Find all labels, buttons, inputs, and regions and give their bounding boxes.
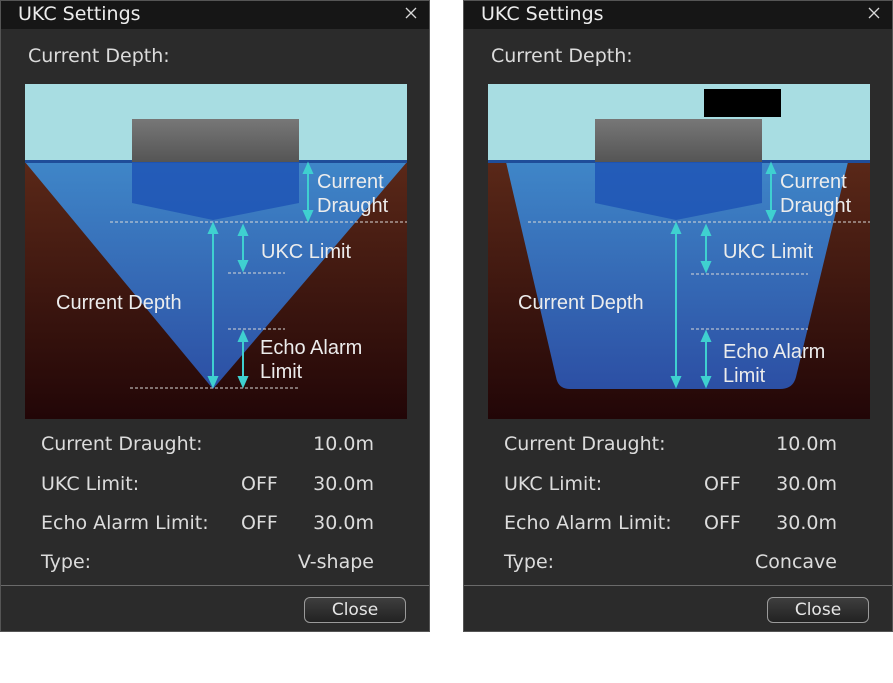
echo-alarm-label-line1: Echo Alarm <box>260 337 362 359</box>
close-icon[interactable] <box>866 5 882 21</box>
row-state: OFF <box>704 512 741 534</box>
row-value: 10.0m <box>313 433 374 455</box>
row-state: OFF <box>241 512 278 534</box>
ukc-diagram-concave: Current Draught UKC Limit Current Depth … <box>488 84 870 419</box>
ukc-settings-dialog-v-shape: UKC Settings Current Depth: Current Drau… <box>0 0 430 632</box>
footer-divider <box>464 585 892 586</box>
echo-alarm-label-line1: Echo Alarm <box>723 341 825 363</box>
row-label: Echo Alarm Limit: <box>41 512 209 534</box>
current-draught-label-line2: Draught <box>317 195 389 217</box>
current-draught-label-line1: Current <box>317 171 384 193</box>
row-label: UKC Limit: <box>41 473 140 495</box>
ukc-limit-label: UKC Limit <box>261 241 351 263</box>
echo-alarm-limit-row: Echo Alarm Limit: OFF 30.0m <box>41 512 381 540</box>
ukc-settings-dialog-concave: UKC Settings Current Depth: Current Drau… <box>463 0 893 632</box>
type-row: Type: Concave <box>504 551 844 579</box>
close-icon[interactable] <box>403 5 419 21</box>
dialog-title: UKC Settings <box>18 3 141 25</box>
row-value: 30.0m <box>313 473 374 495</box>
row-label: UKC Limit: <box>504 473 603 495</box>
current-depth-label: Current Depth: <box>491 45 633 67</box>
row-value: 30.0m <box>776 512 837 534</box>
title-bar[interactable]: UKC Settings <box>1 1 429 29</box>
row-label: Current Draught: <box>41 433 203 455</box>
ukc-limit-label: UKC Limit <box>723 241 813 263</box>
current-draught-row: Current Draught: 10.0m <box>504 433 844 461</box>
row-state: OFF <box>704 473 741 495</box>
row-value: 10.0m <box>776 433 837 455</box>
current-depth-label: Current Depth <box>518 292 644 314</box>
current-draught-label-line2: Draught <box>780 195 852 217</box>
echo-alarm-label-line2: Limit <box>723 365 766 387</box>
redacted-depth-box <box>704 89 781 117</box>
current-depth-label: Current Depth <box>56 292 182 314</box>
row-value: 30.0m <box>313 512 374 534</box>
row-label: Current Draught: <box>504 433 666 455</box>
row-state: OFF <box>241 473 278 495</box>
close-button[interactable]: Close <box>304 597 406 623</box>
ship-superstructure <box>595 119 762 162</box>
ukc-limit-row: UKC Limit: OFF 30.0m <box>504 473 844 501</box>
current-depth-label: Current Depth: <box>28 45 170 67</box>
row-value: V-shape <box>297 551 374 573</box>
row-value: 30.0m <box>776 473 837 495</box>
dialog-title: UKC Settings <box>481 3 604 25</box>
close-button[interactable]: Close <box>767 597 869 623</box>
title-bar[interactable]: UKC Settings <box>464 1 892 29</box>
echo-alarm-limit-row: Echo Alarm Limit: OFF 30.0m <box>504 512 844 540</box>
current-draught-label-line1: Current <box>780 171 847 193</box>
type-row: Type: V-shape <box>41 551 381 579</box>
row-value: Concave <box>755 551 837 573</box>
row-label: Type: <box>504 551 555 573</box>
ukc-diagram-v-shape: Current Draught UKC Limit Current Depth … <box>25 84 407 419</box>
row-label: Type: <box>41 551 92 573</box>
row-label: Echo Alarm Limit: <box>504 512 672 534</box>
ukc-limit-row: UKC Limit: OFF 30.0m <box>41 473 381 501</box>
current-draught-row: Current Draught: 10.0m <box>41 433 381 461</box>
echo-alarm-label-line2: Limit <box>260 361 303 383</box>
ship-superstructure <box>132 119 299 162</box>
footer-divider <box>1 585 429 586</box>
